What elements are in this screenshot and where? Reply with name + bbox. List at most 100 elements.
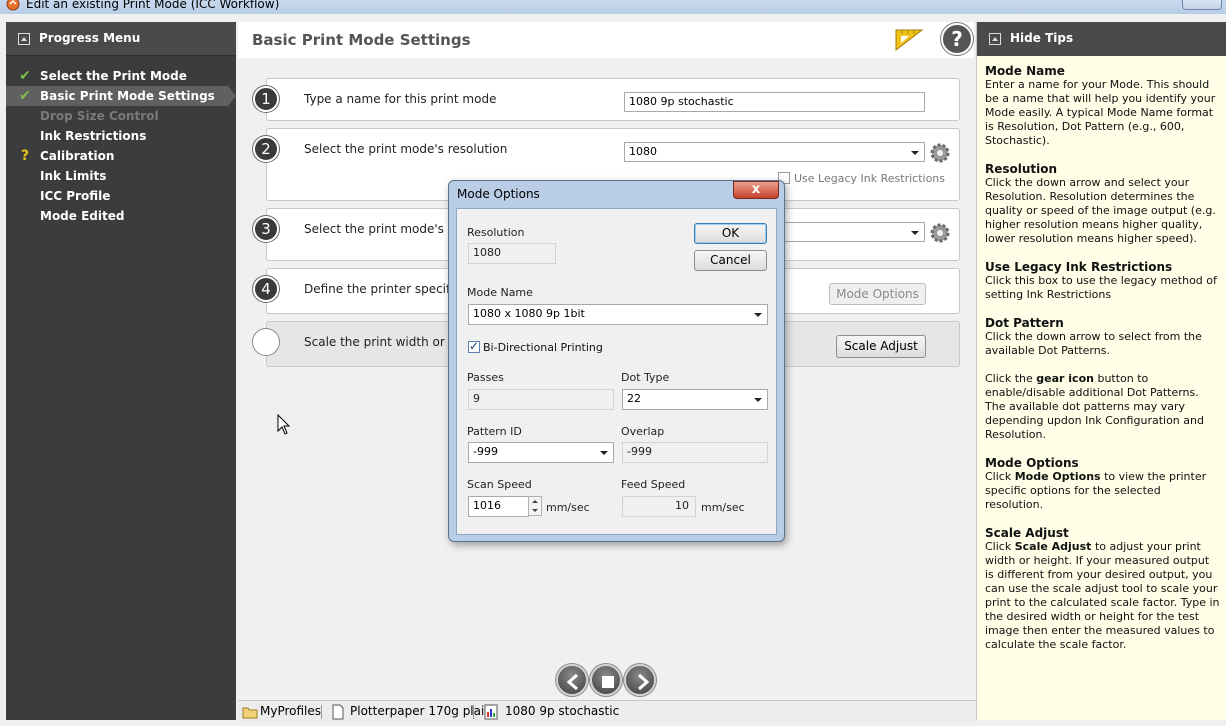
pattern-id-label: Pattern ID [467,425,522,438]
status-mode: 1080 9p stochastic [505,704,620,718]
menu-item-icc-profile[interactable]: ICC Profile [6,186,236,206]
menu-item-label: Select the Print Mode [40,69,187,83]
main-header: Basic Print Mode Settings ? [238,22,974,58]
collapse-icon[interactable] [18,33,30,45]
status-separator [473,705,474,719]
stop-button[interactable] [590,664,622,696]
tip-resolution: Resolution Click the down arrow and sele… [985,162,1221,246]
tips-body: Mode Name Enter a name for your Mode. Th… [985,64,1221,666]
menu-item-drop-size-control: Drop Size Control [6,106,236,126]
ruler-icon[interactable] [894,26,924,52]
tip-text: to adjust your print width or height. If… [985,540,1220,651]
feed-speed-unit: mm/sec [701,501,745,514]
mouse-cursor-icon [277,414,291,435]
feed-speed-field: 10 [622,496,696,517]
scan-speed-label: Scan Speed [467,478,532,491]
ok-button[interactable]: OK [694,223,767,244]
app-icon [6,0,20,11]
step-label-name: Type a name for this print mode [304,92,497,106]
menu-item-select-print-mode[interactable]: ✔ Select the Print Mode [6,66,236,86]
window-close-button[interactable] [1182,0,1222,10]
tip-mode-name: Mode Name Enter a name for your Mode. Th… [985,64,1221,148]
step-number-5 [253,329,279,355]
feed-speed-label: Feed Speed [621,478,686,491]
dot-type-label: Dot Type [621,371,670,384]
status-media: Plotterpaper 170g plain [350,704,492,718]
tip-title: Use Legacy Ink Restrictions [985,260,1173,274]
progress-menu-title: Progress Menu [39,31,141,45]
menu-item-calibration[interactable]: ? Calibration [6,146,236,166]
menu-item-ink-limits[interactable]: Ink Limits [6,166,236,186]
menu-item-label: Ink Restrictions [40,129,147,143]
resolution-field: 1080 [468,243,556,264]
menu-item-label: Mode Edited [40,209,125,223]
mode-options-button[interactable]: Mode Options [829,283,926,305]
legacy-ink-checkbox[interactable]: Use Legacy Ink Restrictions [778,172,945,185]
dialog-close-button[interactable]: x [733,181,779,199]
menu-item-label: Basic Print Mode Settings [40,89,215,103]
mode-options-dialog: Mode Options x Resolution 1080 OK Cancel… [448,180,785,542]
tip-text: Click the [985,372,1037,385]
mode-name-dropdown[interactable]: 1080 x 1080 9p 1bit [468,304,768,325]
menu-item-label: Calibration [40,149,115,163]
status-bar: MyProfiles Plotterpaper 170g plain 1080 … [238,700,976,722]
menu-item-label: Drop Size Control [40,109,159,123]
tip-text: Click [985,470,1015,483]
tip-title: Mode Name [985,64,1065,78]
bidirectional-checkbox[interactable]: Bi-Directional Printing [468,339,603,354]
menu-item-mode-edited[interactable]: Mode Edited [6,206,236,226]
back-button[interactable] [556,664,588,696]
scale-adjust-button[interactable]: Scale Adjust [836,335,926,358]
question-icon: ? [20,148,30,164]
gear-icon[interactable] [929,222,951,244]
checkbox-checked[interactable] [468,339,480,353]
document-icon [332,704,344,720]
tip-text: Enter a name for your Mode. This should … [985,78,1216,147]
resolution-label: Resolution [467,226,525,239]
resolution-dropdown[interactable]: 1080 [624,142,925,162]
step-number-3: 3 [253,216,279,242]
tip-text: Click the down arrow and select your Res… [985,176,1216,245]
tip-bold: Scale Adjust [1014,540,1092,553]
progress-menu-header[interactable]: Progress Menu [6,22,236,56]
arrow-left-icon [566,673,578,691]
tip-title: Dot Pattern [985,316,1064,330]
menu-item-basic-print-mode-settings[interactable]: ✔ Basic Print Mode Settings [6,86,236,106]
cancel-button[interactable]: Cancel [694,250,767,271]
help-button[interactable]: ? [941,23,973,55]
step-number-2: 2 [253,136,279,162]
stop-icon [602,676,614,688]
scan-speed-input[interactable]: 1016 [468,496,529,517]
tips-panel: Hide Tips Mode Name Enter a name for you… [976,22,1226,720]
tip-title: Scale Adjust [985,526,1069,540]
next-button[interactable] [624,664,656,696]
scan-speed-stepper[interactable] [528,496,542,516]
legacy-ink-label: Use Legacy Ink Restrictions [794,172,945,185]
step-number-1: 1 [253,86,279,112]
collapse-icon[interactable] [989,33,1001,45]
print-mode-icon [484,704,498,720]
tip-mode-options: Mode Options Click Mode Options to view … [985,456,1221,512]
menu-item-label: Ink Limits [40,169,107,183]
gear-icon[interactable] [929,142,951,164]
tip-dot-pattern: Dot Pattern Click the down arrow to sele… [985,316,1221,358]
passes-field: 9 [468,389,614,410]
page-title: Basic Print Mode Settings [252,31,471,49]
mode-name-input[interactable]: 1080 9p stochastic [624,92,925,112]
window-title: Edit an existing Print Mode (ICC Workflo… [26,0,280,11]
tips-header[interactable]: Hide Tips [977,22,1226,56]
close-icon: x [751,182,761,197]
dialog-title: Mode Options [457,187,540,201]
menu-item-ink-restrictions[interactable]: Ink Restrictions [6,126,236,146]
dot-type-dropdown[interactable]: 22 [622,389,768,410]
tip-text: Click [985,540,1015,553]
mode-name-label: Mode Name [467,286,533,299]
tip-text: Click the down arrow to select from the … [985,330,1202,357]
tip-bold: Mode Options [1014,470,1101,483]
passes-label: Passes [467,371,504,384]
tip-title: Mode Options [985,456,1079,470]
scan-speed-unit: mm/sec [546,501,590,514]
status-folder: MyProfiles [260,704,322,718]
status-separator [321,705,322,719]
pattern-id-dropdown[interactable]: -999 [468,442,614,463]
